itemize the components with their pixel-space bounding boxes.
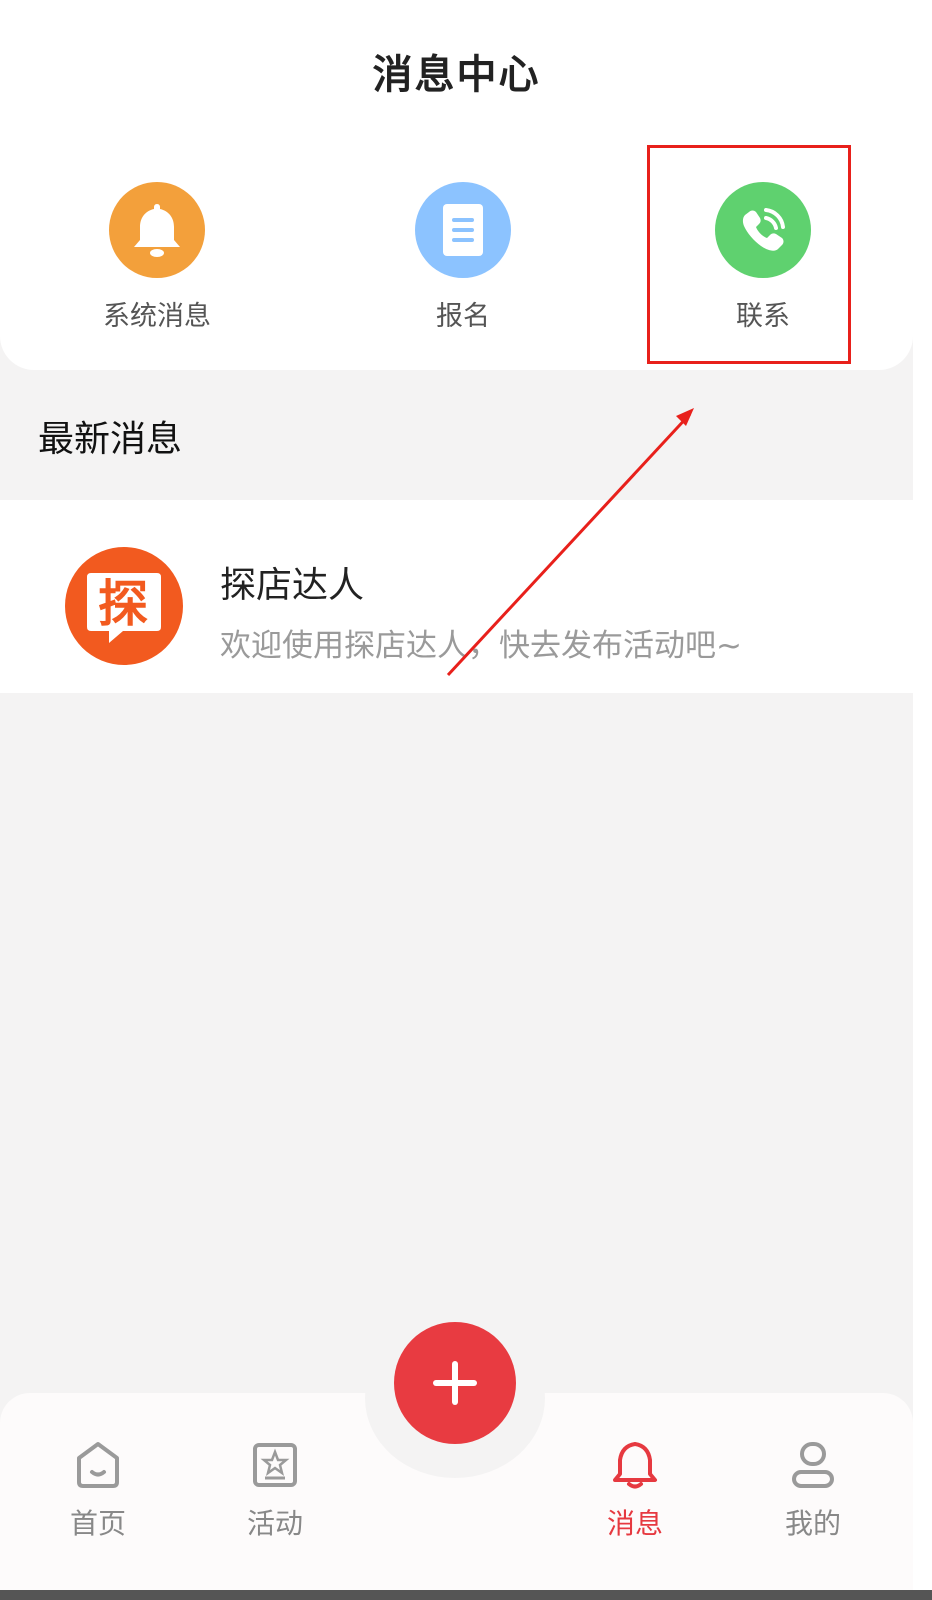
tab-label: 活动 <box>246 1507 303 1540</box>
tab-label: 消息 <box>606 1507 663 1540</box>
quick-action-system-messages[interactable]: 系统消息 <box>57 182 257 333</box>
bell-icon <box>610 1440 660 1490</box>
quick-action-label: 系统消息 <box>103 301 211 332</box>
bell-icon <box>109 182 205 278</box>
tab-activity[interactable]: 活动 <box>215 1440 335 1542</box>
tab-label: 首页 <box>69 1507 126 1540</box>
right-edge <box>913 0 932 1600</box>
tab-label: 我的 <box>784 1507 841 1540</box>
message-sender-name: 探店达人 <box>220 565 365 606</box>
section-title-latest: 最新消息 <box>38 419 183 460</box>
avatar-char: 探 <box>98 575 148 633</box>
message-preview: 欢迎使用探店达人，快去发布活动吧~ <box>220 628 742 664</box>
profile-icon <box>788 1440 838 1490</box>
message-list-item[interactable]: 探 探店达人 欢迎使用探店达人，快去发布活动吧~ <box>0 500 913 693</box>
app-avatar-icon: 探 <box>65 547 183 665</box>
tab-home[interactable]: 首页 <box>38 1440 158 1542</box>
activity-icon <box>250 1440 300 1490</box>
annotation-highlight-box <box>647 145 851 364</box>
document-icon <box>415 182 511 278</box>
quick-action-label: 报名 <box>436 301 490 332</box>
home-icon <box>73 1440 123 1490</box>
tab-messages[interactable]: 消息 <box>575 1440 695 1542</box>
bottom-edge <box>0 1590 932 1600</box>
plus-icon <box>433 1361 477 1405</box>
tab-profile[interactable]: 我的 <box>753 1440 873 1542</box>
page-title: 消息中心 <box>372 52 541 98</box>
quick-action-signup[interactable]: 报名 <box>363 182 563 333</box>
add-activity-button[interactable] <box>394 1322 516 1444</box>
